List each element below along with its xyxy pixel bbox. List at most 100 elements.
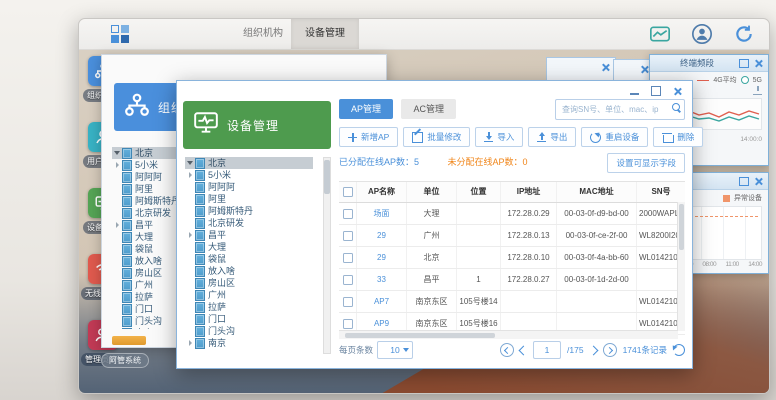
building-icon — [122, 244, 132, 255]
tree-item[interactable]: 5小米 — [185, 169, 323, 181]
next-page-button[interactable] — [588, 345, 598, 355]
tree-item[interactable]: 阿里 — [185, 193, 323, 205]
app-window: 组织机构 设备管理 组织机构用户管理设备管理无线网络配置管理员管理 — [78, 18, 770, 394]
building-icon — [195, 182, 205, 193]
batch-edit-button[interactable]: 批量修改 — [403, 127, 470, 147]
system-name-pill: 阿管系统 — [101, 353, 149, 368]
tab-device-management[interactable]: 设备管理 — [291, 19, 359, 49]
device-org-tree: 北京5小米阿阿阿阿里阿姆斯特丹北京研发昌平大理袋鼠放入啥房山区广州拉萨门口门头沟… — [185, 157, 323, 356]
search-input[interactable] — [560, 101, 664, 118]
table-cell: 广州 — [407, 225, 457, 246]
ap-name-link[interactable]: 33 — [357, 269, 407, 290]
legend-label: 5G — [753, 77, 762, 84]
building-icon — [122, 316, 132, 327]
tree-item[interactable]: 北京 — [185, 157, 313, 169]
export-icon — [537, 132, 546, 142]
close-icon[interactable] — [754, 59, 763, 68]
tree-item-label: 袋鼠 — [208, 253, 226, 265]
table-row[interactable]: AP7南京东区105号楼14WL014210F328000 — [339, 291, 685, 313]
tree-scrollbar[interactable] — [323, 157, 331, 354]
export-button[interactable]: 导出 — [528, 127, 576, 147]
row-checkbox[interactable] — [343, 253, 353, 263]
table-cell: 00-03-0f-ce-2f-00 — [557, 225, 637, 246]
row-checkbox[interactable] — [343, 297, 353, 307]
tree-item[interactable]: 南京 — [185, 337, 323, 349]
close-icon[interactable] — [601, 63, 610, 72]
refresh-icon[interactable] — [733, 23, 755, 45]
popout-icon[interactable] — [739, 177, 749, 186]
table-horizontal-scrollbar[interactable] — [339, 330, 678, 339]
building-icon — [122, 148, 132, 159]
tree-item-label: 房山区 — [135, 267, 162, 279]
tab-ac-management[interactable]: AC管理 — [401, 99, 456, 119]
chart-icon[interactable] — [649, 23, 671, 45]
last-page-button[interactable] — [603, 343, 617, 357]
row-checkbox[interactable] — [343, 231, 353, 241]
restart-device-button[interactable]: 重启设备 — [581, 127, 648, 147]
first-page-button[interactable] — [500, 343, 514, 357]
ap-ac-tabs: AP管理 AC管理 — [339, 99, 685, 121]
tree-item[interactable]: 北京研发 — [185, 217, 323, 229]
tree-item[interactable]: 拉萨 — [185, 301, 323, 313]
tab-ap-management[interactable]: AP管理 — [339, 99, 393, 119]
row-checkbox[interactable] — [343, 275, 353, 285]
per-page-label: 每页条数 — [339, 344, 373, 356]
table-vertical-scrollbar[interactable] — [677, 202, 685, 331]
ap-name-link[interactable]: 29 — [357, 247, 407, 268]
close-icon[interactable] — [754, 177, 763, 186]
table-cell: 00-03-0f-d9-bd-00 — [557, 203, 637, 224]
refresh-table-icon[interactable] — [673, 344, 685, 356]
dialog-right-pane: AP管理 AC管理 新增AP批量修改导入导出重启设备删除 已分配在线AP数：5 … — [339, 99, 685, 362]
per-page-select[interactable]: 10 — [377, 341, 413, 359]
tree-item[interactable]: 大理 — [185, 241, 323, 253]
tree-item[interactable]: 袋鼠 — [185, 253, 323, 265]
import-button[interactable]: 导入 — [475, 127, 523, 147]
select-all-checkbox[interactable] — [343, 187, 353, 197]
tab-organization[interactable]: 组织机构 — [229, 19, 297, 49]
building-icon — [195, 278, 205, 289]
tree-item[interactable]: 门口 — [185, 313, 323, 325]
table-row[interactable]: 33昌平1172.28.0.2700-03-0f-1d-2d-00 — [339, 269, 685, 291]
minimize-icon[interactable] — [630, 88, 639, 95]
table-row[interactable]: 29广州172.28.0.1300-03-0f-ce-2f-00WL8200I2… — [339, 225, 685, 247]
tree-caret — [112, 151, 122, 155]
close-icon[interactable] — [673, 87, 682, 96]
tree-item[interactable]: 房山区 — [185, 277, 323, 289]
delete-button[interactable]: 删除 — [653, 127, 703, 147]
tree-item[interactable]: 门头沟 — [185, 325, 323, 337]
org-action-button[interactable] — [112, 336, 146, 345]
close-icon[interactable] — [640, 65, 649, 74]
previous-page-button[interactable] — [519, 345, 529, 355]
tree-caret — [185, 172, 195, 178]
ap-name-link[interactable]: 场面 — [357, 203, 407, 224]
tree-item-label: 门头沟 — [135, 315, 162, 327]
ap-name-link[interactable]: AP7 — [357, 291, 407, 312]
row-checkbox-cell — [339, 269, 357, 290]
tree-item[interactable]: 昌平 — [185, 229, 323, 241]
row-checkbox[interactable] — [343, 209, 353, 219]
tree-item[interactable]: 阿姆斯特丹 — [185, 205, 323, 217]
tree-item-label: 广州 — [135, 279, 153, 291]
tree-item[interactable]: 阿阿阿 — [185, 181, 323, 193]
add-ap-button[interactable]: 新增AP — [339, 127, 398, 147]
tree-item[interactable]: 放入啥 — [185, 265, 323, 277]
header-checkbox-cell — [339, 182, 357, 202]
page-number-input[interactable] — [533, 341, 561, 359]
caret-right-icon — [116, 222, 119, 228]
toolbar-button-label: 导入 — [497, 131, 514, 143]
ap-name-link[interactable]: 29 — [357, 225, 407, 246]
status-row: 已分配在线AP数：5 未分配在线AP数：0 设置可显示字段 — [339, 155, 685, 177]
table-row[interactable]: 场面大理172.28.0.2900-03-0f-d9-bd-002000WAPL… — [339, 203, 685, 225]
tree-item[interactable]: 广州 — [185, 289, 323, 301]
download-icon[interactable] — [753, 86, 762, 95]
set-visible-fields-button[interactable]: 设置可显示字段 — [607, 153, 685, 173]
toolbar-button-label: 重启设备 — [605, 131, 639, 143]
popout-icon[interactable] — [739, 59, 749, 68]
table-row[interactable]: 29北京172.28.0.1000-03-0f-4a-bb-60WL014210… — [339, 247, 685, 269]
app-topbar: 组织机构 设备管理 — [79, 19, 769, 50]
user-account-icon[interactable] — [691, 23, 713, 45]
maximize-icon[interactable] — [651, 86, 661, 96]
row-checkbox[interactable] — [343, 319, 353, 329]
delete-icon — [663, 135, 674, 143]
search-icon[interactable] — [672, 103, 680, 111]
